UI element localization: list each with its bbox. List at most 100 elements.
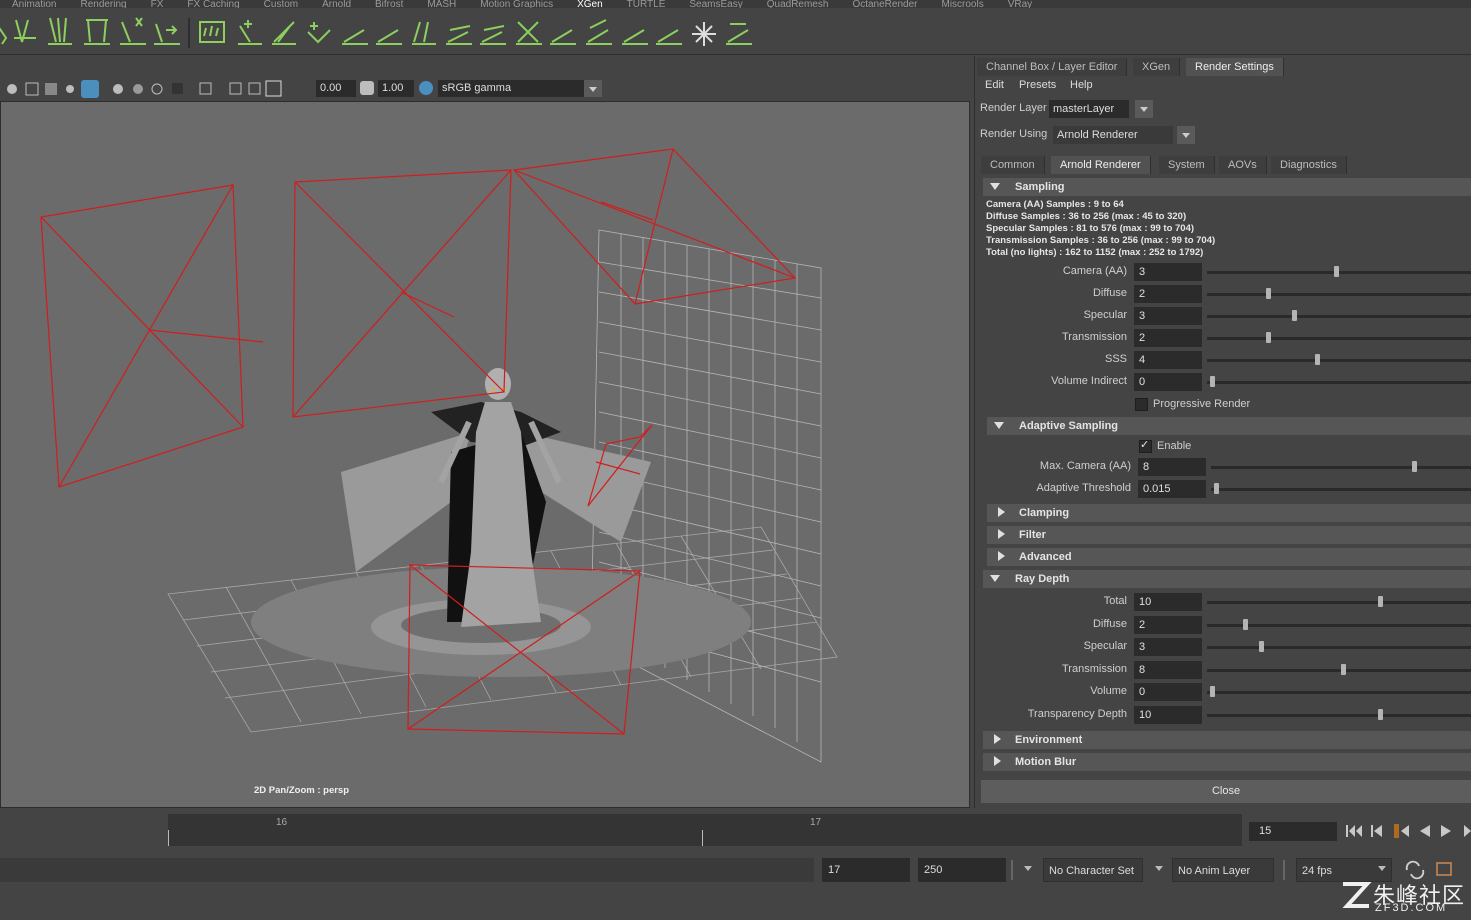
ray-depth-slider-0[interactable] <box>1207 601 1471 604</box>
anim-layer-dropdown[interactable]: No Anim Layer <box>1172 858 1274 882</box>
sampling-slider-handle-1[interactable] <box>1266 288 1272 299</box>
ray-depth-slider-handle-0[interactable] <box>1378 596 1384 607</box>
render-using-dropdown[interactable]: Arnold Renderer <box>1053 126 1173 144</box>
tab-system[interactable]: System <box>1159 156 1215 174</box>
section-title: Advanced <box>1019 551 1072 563</box>
menu-help[interactable]: Help <box>1070 79 1093 91</box>
adaptive-enable-checkbox[interactable] <box>1139 438 1152 453</box>
film-gate-icon <box>229 82 242 95</box>
ray-depth-slider-5[interactable] <box>1207 713 1471 717</box>
ray-depth-field-1[interactable]: 2 <box>1134 615 1202 634</box>
chevron-down-icon[interactable] <box>1378 866 1386 871</box>
ray-depth-slider-4[interactable] <box>1207 691 1471 694</box>
exposure-field[interactable]: 0.00 <box>316 80 356 97</box>
render-layer-dropdown[interactable]: masterLayer <box>1049 100 1129 118</box>
sampling-field-4[interactable]: 4 <box>1134 351 1202 369</box>
viewport-persp[interactable]: 2D Pan/Zoom : persp <box>0 101 970 808</box>
loop-icon[interactable] <box>1405 860 1455 880</box>
section-ray-depth[interactable]: Ray Depth <box>983 570 1471 588</box>
sampling-slider-4[interactable] <box>1207 359 1471 362</box>
tab-diagnostics[interactable]: Diagnostics <box>1271 156 1347 174</box>
ray-depth-slider-handle-4[interactable] <box>1210 686 1215 697</box>
tab-xgen[interactable]: XGen <box>1133 58 1181 76</box>
ray-depth-slider-handle-1[interactable] <box>1242 618 1248 630</box>
chevron-down-icon[interactable] <box>584 80 602 97</box>
section-title: Clamping <box>1019 507 1070 519</box>
sampling-label-4: SSS <box>1104 353 1127 365</box>
cube-icon <box>25 82 39 96</box>
tab-arnold-renderer[interactable]: Arnold Renderer <box>1051 156 1151 174</box>
section-clamping[interactable]: Clamping <box>987 504 1471 522</box>
color-management-icon[interactable] <box>419 81 433 95</box>
section-filter[interactable]: Filter <box>987 526 1471 544</box>
range-slider[interactable] <box>0 858 814 882</box>
ray-depth-field-5[interactable]: 10 <box>1134 705 1202 724</box>
adaptive-slider-handle-1[interactable] <box>1214 483 1219 494</box>
sampling-field-5[interactable]: 0 <box>1134 373 1202 391</box>
sampling-slider-1[interactable] <box>1207 293 1471 296</box>
ray-depth-field-4[interactable]: 0 <box>1134 683 1202 701</box>
sampling-slider-handle-5[interactable] <box>1210 376 1215 387</box>
range-start-field[interactable]: 17 <box>822 858 910 882</box>
close-button[interactable]: Close <box>981 780 1471 803</box>
section-sampling[interactable]: Sampling <box>983 178 1471 196</box>
character-set-dropdown[interactable]: No Character Set <box>1043 858 1143 882</box>
sampling-field-2[interactable]: 3 <box>1134 307 1202 325</box>
sampling-slider-handle-0[interactable] <box>1334 266 1340 277</box>
ray-depth-slider-handle-3[interactable] <box>1341 663 1347 675</box>
tab-render-settings[interactable]: Render Settings <box>1186 58 1284 76</box>
adaptive-slider-handle-0[interactable] <box>1411 461 1417 472</box>
ray-depth-field-0[interactable]: 10 <box>1134 593 1202 611</box>
adaptive-field-1[interactable]: 0.015 <box>1138 480 1206 498</box>
shelf-tool-icon-3 <box>84 19 110 45</box>
gamma-field[interactable]: 1.00 <box>378 80 414 97</box>
sampling-slider-2[interactable] <box>1207 315 1471 318</box>
sampling-slider-5[interactable] <box>1207 381 1471 384</box>
shelf-icons[interactable] <box>0 8 780 54</box>
tab-channel-box[interactable]: Channel Box / Layer Editor <box>977 58 1128 76</box>
sampling-slider-3[interactable] <box>1207 337 1471 340</box>
sampling-field-1[interactable]: 2 <box>1134 285 1202 303</box>
section-adaptive-sampling[interactable]: Adaptive Sampling <box>987 417 1471 435</box>
range-end-field[interactable]: 250 <box>918 858 1006 882</box>
chevron-down-icon[interactable] <box>1155 866 1163 871</box>
tab-aovs[interactable]: AOVs <box>1219 156 1267 174</box>
sampling-slider-handle-2[interactable] <box>1291 310 1297 321</box>
sampling-label-5: Volume Indirect <box>1051 375 1127 387</box>
sampling-slider-handle-3[interactable] <box>1266 332 1272 343</box>
section-motion-blur[interactable]: Motion Blur <box>983 753 1471 771</box>
shelf-tool-icon-13 <box>446 25 472 45</box>
tab-common[interactable]: Common <box>981 156 1045 174</box>
section-advanced[interactable]: Advanced <box>987 548 1471 566</box>
chevron-down-icon[interactable] <box>1177 126 1195 144</box>
chevron-down-icon[interactable] <box>1024 866 1032 871</box>
preferences-icon <box>1436 862 1452 876</box>
sampling-field-0[interactable]: 3 <box>1134 263 1202 281</box>
checker-icon <box>45 83 57 95</box>
adaptive-slider-1[interactable] <box>1211 488 1471 491</box>
colorspace-dropdown[interactable]: sRGB gamma <box>438 80 592 97</box>
adaptive-slider-0[interactable] <box>1211 466 1471 469</box>
sampling-slider-handle-4[interactable] <box>1315 354 1321 365</box>
shelf-tool-icon-14 <box>480 25 506 45</box>
scene-view[interactable] <box>1 102 969 807</box>
ray-depth-slider-handle-5[interactable] <box>1378 708 1384 720</box>
time-slider[interactable]: 16 17 <box>168 814 1242 846</box>
menu-presets[interactable]: Presets <box>1019 79 1056 91</box>
ray-depth-slider-handle-2[interactable] <box>1259 641 1265 652</box>
playback-controls[interactable] <box>1344 822 1471 840</box>
ray-depth-slider-3[interactable] <box>1207 668 1471 672</box>
ray-depth-slider-2[interactable] <box>1207 646 1471 649</box>
gamma-icon[interactable] <box>360 81 374 95</box>
light-icon <box>66 85 74 93</box>
viewport-toolbar: 0.00 1.00 sRGB gamma <box>0 77 970 101</box>
sampling-field-3[interactable]: 2 <box>1134 329 1202 347</box>
adaptive-field-0[interactable]: 8 <box>1138 458 1206 476</box>
ray-depth-field-3[interactable]: 8 <box>1134 660 1202 679</box>
progressive-render-checkbox[interactable] <box>1135 398 1148 411</box>
current-frame-field[interactable]: 15 <box>1249 822 1337 841</box>
section-environment[interactable]: Environment <box>983 731 1471 749</box>
ray-depth-field-2[interactable]: 3 <box>1134 638 1202 656</box>
menu-edit[interactable]: Edit <box>985 79 1004 91</box>
chevron-down-icon[interactable] <box>1135 100 1153 118</box>
